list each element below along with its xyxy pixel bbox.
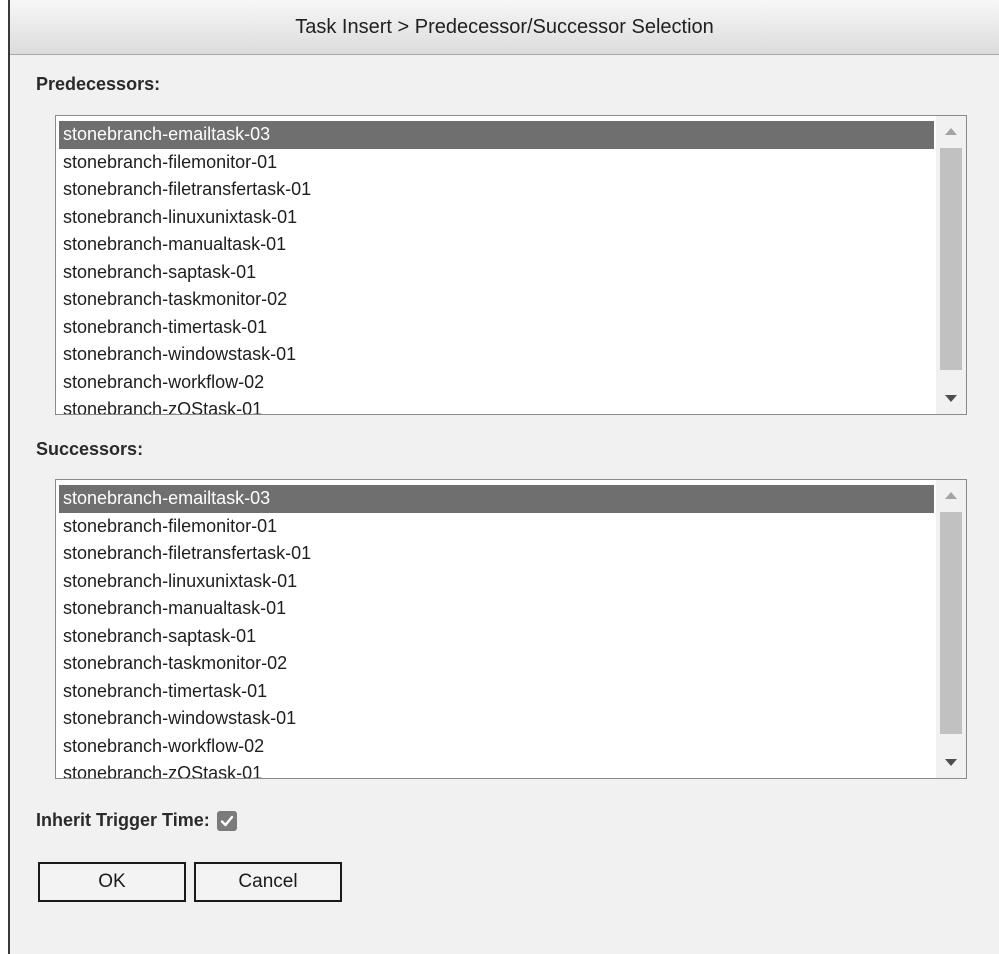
predecessors-scrollbar[interactable] — [936, 116, 966, 414]
list-item[interactable]: stonebranch-filetransfertask-01 — [59, 176, 934, 204]
list-item[interactable]: stonebranch-taskmonitor-02 — [59, 286, 934, 314]
list-item[interactable]: stonebranch-filetransfertask-01 — [59, 540, 934, 568]
predecessors-items: stonebranch-emailtask-03 stonebranch-file… — [59, 121, 934, 414]
list-item[interactable]: stonebranch-filemonitor-01 — [59, 513, 934, 541]
dialog-title: Task Insert > Predecessor/Successor Sele… — [10, 0, 999, 55]
list-item[interactable]: stonebranch-timertask-01 — [59, 314, 934, 342]
checkmark-icon — [220, 815, 233, 826]
successors-items: stonebranch-emailtask-03 stonebranch-file… — [59, 485, 934, 778]
list-item[interactable]: stonebranch-windowstask-01 — [59, 705, 934, 733]
list-item[interactable]: stonebranch-filemonitor-01 — [59, 149, 934, 177]
list-item[interactable]: stonebranch-windowstask-01 — [59, 341, 934, 369]
list-item[interactable]: stonebranch-zOStask-01 — [59, 396, 934, 414]
list-item[interactable]: stonebranch-zOStask-01 — [59, 760, 934, 778]
scroll-thumb[interactable] — [940, 148, 962, 370]
successors-listbox[interactable]: stonebranch-emailtask-03 stonebranch-file… — [55, 479, 967, 779]
list-item[interactable]: stonebranch-linuxunixtask-01 — [59, 568, 934, 596]
successors-scrollbar[interactable] — [936, 480, 966, 778]
ok-button[interactable]: OK — [38, 862, 186, 902]
list-item[interactable]: stonebranch-saptask-01 — [59, 259, 934, 287]
scroll-thumb[interactable] — [940, 512, 962, 734]
scroll-down-arrow-icon[interactable] — [936, 384, 966, 414]
scroll-up-arrow-icon[interactable] — [936, 480, 966, 510]
list-item[interactable]: stonebranch-manualtask-01 — [59, 595, 934, 623]
predecessors-listbox[interactable]: stonebranch-emailtask-03 stonebranch-file… — [55, 115, 967, 415]
list-item[interactable]: stonebranch-workflow-02 — [59, 369, 934, 397]
list-item[interactable]: stonebranch-taskmonitor-02 — [59, 650, 934, 678]
predecessor-successor-dialog: Task Insert > Predecessor/Successor Sele… — [8, 0, 999, 954]
scroll-up-arrow-icon[interactable] — [936, 116, 966, 146]
scroll-down-arrow-icon[interactable] — [936, 748, 966, 778]
list-item[interactable]: stonebranch-emailtask-03 — [59, 121, 934, 149]
list-item[interactable]: stonebranch-workflow-02 — [59, 733, 934, 761]
list-item[interactable]: stonebranch-timertask-01 — [59, 678, 934, 706]
inherit-trigger-time-label: Inherit Trigger Time: — [36, 810, 210, 830]
inherit-trigger-time-row: Inherit Trigger Time: — [36, 810, 237, 831]
inherit-trigger-time-checkbox[interactable] — [216, 810, 237, 831]
list-item[interactable]: stonebranch-saptask-01 — [59, 623, 934, 651]
predecessors-label: Predecessors: — [36, 74, 161, 94]
cancel-button[interactable]: Cancel — [194, 862, 342, 902]
list-item[interactable]: stonebranch-linuxunixtask-01 — [59, 204, 934, 232]
list-item[interactable]: stonebranch-manualtask-01 — [59, 231, 934, 259]
list-item[interactable]: stonebranch-emailtask-03 — [59, 485, 934, 513]
successors-label: Successors: — [36, 439, 144, 459]
